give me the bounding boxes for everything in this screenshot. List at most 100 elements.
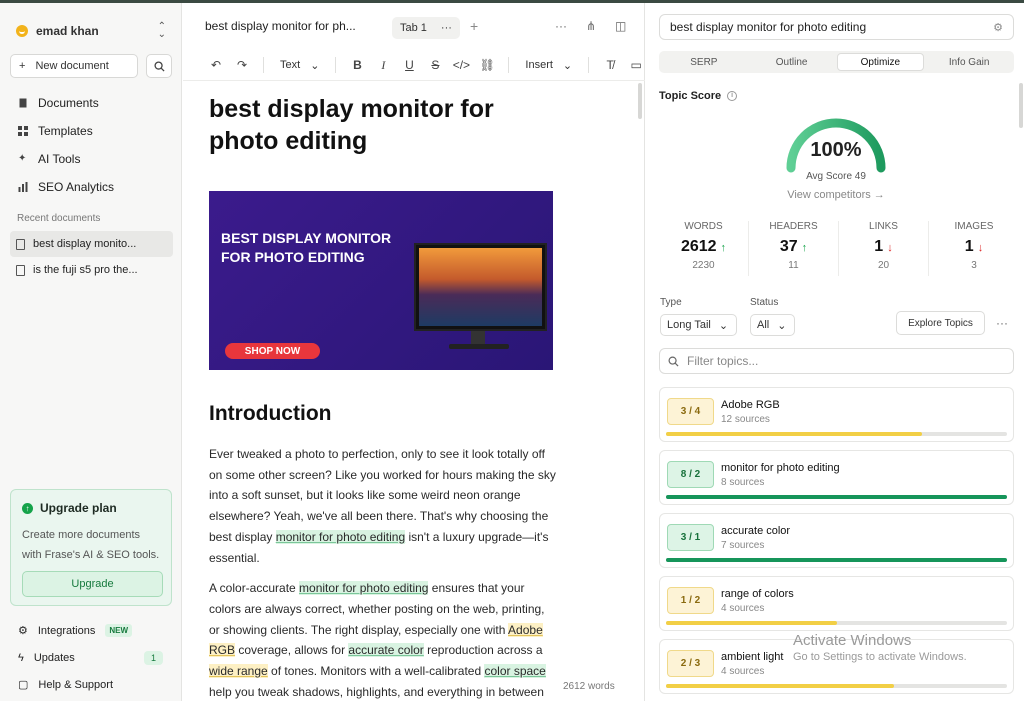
section-heading: Introduction <box>209 402 332 425</box>
nav-label: Templates <box>38 124 93 138</box>
divider <box>263 57 264 73</box>
stat-target: 20 <box>877 260 890 271</box>
nav-label: AI Tools <box>38 152 81 166</box>
view-competitors-link[interactable]: View competitors → <box>776 189 896 201</box>
shop-now-badge: SHOP NOW <box>225 343 320 359</box>
more-icon[interactable]: ··· <box>441 22 452 34</box>
watermark-title: Activate Windows <box>793 632 912 649</box>
topic-name: range of colors <box>721 588 794 600</box>
upgrade-card: ↑ Upgrade plan Create more documents wit… <box>10 489 172 606</box>
upgrade-button[interactable]: Upgrade <box>22 571 163 597</box>
nav-item-seo-analytics[interactable]: SEO Analytics <box>10 173 175 201</box>
sidebar: emad khan ⌃ ⌄ + New document Documents Te… <box>0 3 182 701</box>
tab-label: Tab 1 <box>400 22 427 34</box>
topic-item[interactable]: 8 / 2 monitor for photo editing 8 source… <box>659 450 1014 505</box>
recent-document-item[interactable]: is the fuji s5 pro the... <box>10 257 173 283</box>
add-tab-button[interactable]: + <box>470 18 478 34</box>
topic-sources: 12 sources <box>721 414 770 425</box>
editor-scrollbar[interactable] <box>638 83 642 119</box>
gear-icon[interactable]: ⚙ <box>993 21 1003 34</box>
new-document-button[interactable]: + New document <box>10 54 138 78</box>
search-button[interactable] <box>146 54 172 78</box>
text-style-dropdown[interactable]: Text ⌄ <box>272 59 327 72</box>
nav-item-templates[interactable]: Templates <box>10 117 175 145</box>
upgrade-description: Create more documents with Frase's AI & … <box>22 529 160 561</box>
bold-icon[interactable]: B <box>344 58 370 72</box>
content-stats: WORDS 2612 ↑ 2230 HEADERS 37 ↑ 11 LINKS 1 ↓… <box>659 221 1019 276</box>
more-options-icon[interactable]: ··· <box>555 19 567 33</box>
topic-item[interactable]: 3 / 1 accurate color 7 sources <box>659 513 1014 568</box>
main-nav: Documents Templates ✦ AI Tools SEO Analy… <box>10 89 175 201</box>
clear-format-icon[interactable]: T̸ <box>597 58 623 72</box>
filter-topics-input[interactable]: Filter topics... <box>659 348 1014 374</box>
stat-value: 2612 <box>680 238 717 255</box>
nav-item-ai-tools[interactable]: ✦ AI Tools <box>10 145 175 173</box>
topic-progress-fill <box>666 495 1007 499</box>
strikethrough-icon[interactable]: S <box>422 58 448 72</box>
nav-item-updates[interactable]: ϟ Updates 1 <box>10 644 175 671</box>
stat-headers: HEADERS 37 ↑ 11 <box>749 221 839 276</box>
nav-item-integrations[interactable]: ⚙ Integrations NEW <box>10 617 175 644</box>
recent-document-item[interactable]: best display monito... <box>10 231 173 257</box>
topic-progress-fill <box>666 621 837 625</box>
arrow-up-circle-icon: ↑ <box>22 502 33 514</box>
arrow-down-icon: ↓ <box>887 242 893 254</box>
topic-name: monitor for photo editing <box>721 462 840 474</box>
toolbar-divider <box>183 80 645 81</box>
status-select[interactable]: All ⌄ <box>750 314 795 336</box>
target-keyword-field[interactable]: best display monitor for photo editing ⚙ <box>659 14 1014 40</box>
recent-document-title: is the fuji s5 pro the... <box>33 264 138 276</box>
stat-target: 2230 <box>692 260 715 271</box>
explore-topics-button[interactable]: Explore Topics <box>896 311 985 335</box>
code-icon[interactable]: </> <box>448 58 474 72</box>
document-icon <box>16 238 25 250</box>
monitor-stand <box>471 331 485 345</box>
recent-documents-heading: Recent documents <box>17 213 101 224</box>
grid-icon <box>18 126 28 136</box>
more-icon[interactable]: ··· <box>996 316 1008 330</box>
undo-icon[interactable]: ↶ <box>203 58 229 72</box>
document-heading: best display monitor for photo editing <box>209 95 494 155</box>
stat-links: LINKS 1 ↓ 20 <box>839 221 929 276</box>
sparkle-icon: ✦ <box>18 153 27 164</box>
tab-serp[interactable]: SERP <box>661 53 747 71</box>
info-icon[interactable]: i <box>727 91 738 101</box>
redo-icon[interactable]: ↷ <box>229 58 255 72</box>
toggle-panel-icon[interactable]: ◫ <box>615 19 626 33</box>
topic-progress-track <box>666 621 1007 625</box>
document-content[interactable]: best display monitor for photo editing B… <box>209 93 557 702</box>
topic-score-text: Topic Score <box>659 90 722 102</box>
panel-scrollbar[interactable] <box>1019 83 1023 128</box>
plus-icon: + <box>19 60 26 72</box>
topic-name: accurate color <box>721 525 791 537</box>
share-icon[interactable]: ⋔ <box>586 19 596 33</box>
link-icon[interactable]: ⛓ <box>474 58 500 72</box>
topic-score-value: 100% <box>810 139 862 161</box>
paragraph: Ever tweaked a photo to perfection, only… <box>209 447 556 565</box>
workspace-switcher[interactable]: emad khan ⌃ ⌄ <box>16 22 166 40</box>
tab-outline[interactable]: Outline <box>749 53 835 71</box>
topic-progress-track <box>666 684 1007 688</box>
nav-item-help[interactable]: ▢ Help & Support <box>10 671 175 698</box>
topic-name: Adobe RGB <box>721 399 780 411</box>
topic-item[interactable]: 3 / 4 Adobe RGB 12 sources <box>659 387 1014 442</box>
keyword-highlight: accurate color <box>348 643 424 658</box>
chevron-down-icon: ⌄ <box>562 59 573 72</box>
topic-progress-fill <box>666 432 922 436</box>
tab-1[interactable]: Tab 1 ··· <box>392 17 460 39</box>
type-select[interactable]: Long Tail ⌄ <box>660 314 737 336</box>
plug-icon: ⚙ <box>18 625 28 637</box>
divider <box>508 57 510 73</box>
chevron-down-icon: ⌄ <box>777 319 787 332</box>
stat-value: 37 <box>779 238 798 255</box>
tab-optimize[interactable]: Optimize <box>836 53 925 71</box>
nav-item-documents[interactable]: Documents <box>10 89 175 117</box>
topic-progress-track <box>666 495 1007 499</box>
insert-label: Insert <box>525 59 553 71</box>
tab-info-gain[interactable]: Info Gain <box>926 53 1012 71</box>
topic-item[interactable]: 1 / 2 range of colors 4 sources <box>659 576 1014 631</box>
underline-icon[interactable]: U <box>396 58 422 72</box>
italic-icon[interactable]: I <box>370 58 396 73</box>
insert-dropdown[interactable]: Insert ⌄ <box>517 59 580 72</box>
document-title[interactable]: best display monitor for ph... <box>205 19 370 33</box>
